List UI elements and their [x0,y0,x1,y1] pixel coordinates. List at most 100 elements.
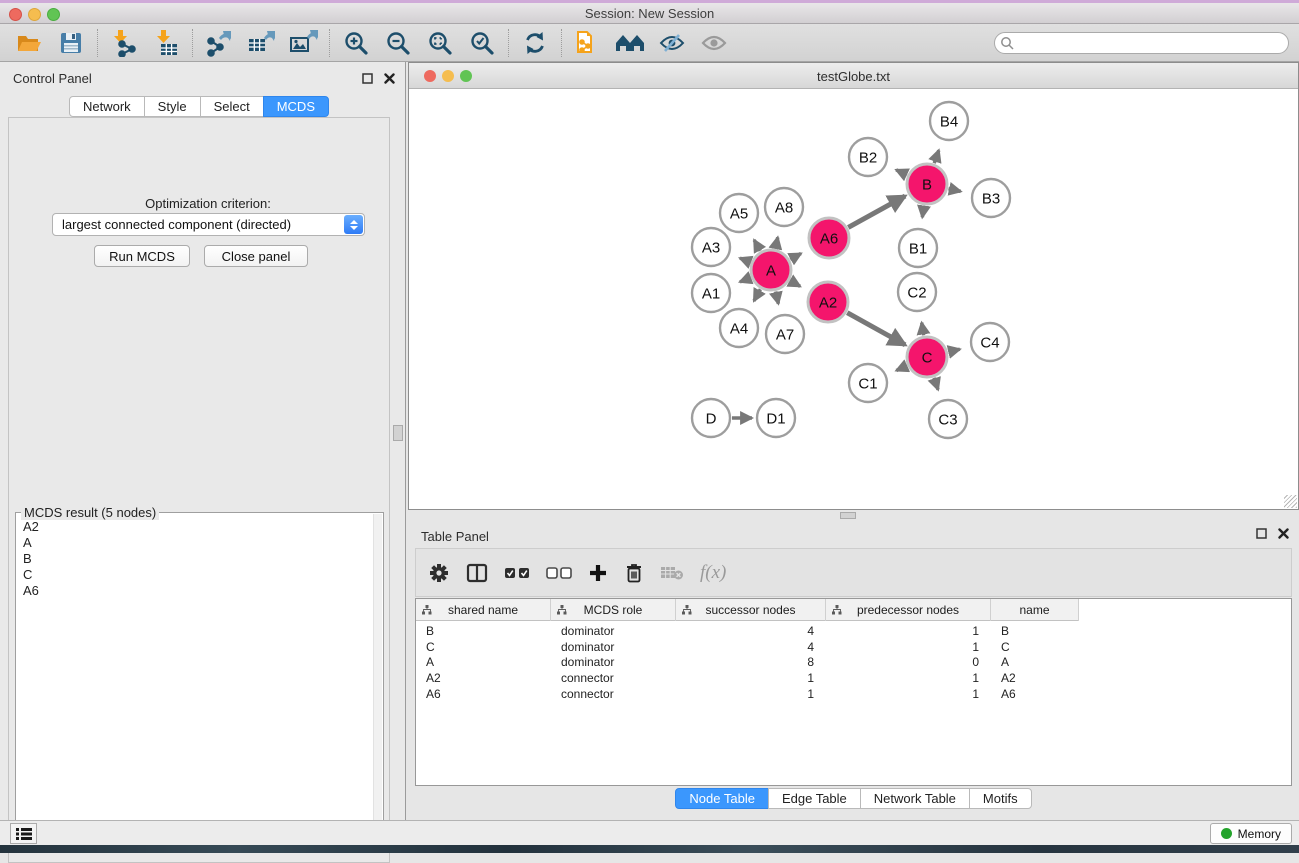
graph-edge-C-C1[interactable] [896,366,907,371]
graph-node-C1[interactable]: C1 [849,364,887,402]
export-table-button[interactable] [240,26,282,60]
export-image-button[interactable] [282,26,324,60]
result-item[interactable]: A2 [17,519,372,535]
zoom-out-button[interactable] [377,26,419,60]
graph-node-A7[interactable]: A7 [766,315,804,353]
result-item[interactable]: A6 [17,583,372,599]
add-row-button[interactable] [588,558,608,588]
new-network-from-file-button[interactable] [567,26,609,60]
show-columns-button[interactable] [466,558,488,588]
run-mcds-button[interactable]: Run MCDS [94,245,190,267]
tab-mcds[interactable]: MCDS [263,96,329,117]
graph-node-A2[interactable]: A2 [808,282,848,322]
column-header-name[interactable]: name [991,599,1079,621]
table-tab-edge-table[interactable]: Edge Table [768,788,861,809]
graph-node-B2[interactable]: B2 [849,138,887,176]
save-floppy-icon [59,31,83,55]
table-settings-button[interactable] [428,558,450,588]
result-item[interactable]: A [17,535,372,551]
graph-edge-B-B3[interactable] [948,189,960,192]
graph-edge-A-A1[interactable] [740,278,751,282]
graph-node-D1[interactable]: D1 [757,399,795,437]
result-item[interactable]: B [17,551,372,567]
table-tab-network-table[interactable]: Network Table [860,788,970,809]
window-resize-grip[interactable] [1284,495,1297,508]
task-history-button[interactable] [10,823,37,844]
search-input[interactable] [994,32,1289,54]
graph-edge-A-A7[interactable] [776,291,779,303]
graph-edge-A2-C[interactable] [847,313,905,345]
panel-divider-grip[interactable] [393,425,403,441]
zoom-fit-button[interactable] [419,26,461,60]
graph-edge-B-B2[interactable] [896,170,907,175]
column-header-MCDS-role[interactable]: MCDS role [551,599,676,621]
tab-style[interactable]: Style [144,96,201,117]
hide-panels-button[interactable] [651,26,693,60]
graph-node-C[interactable]: C [907,337,947,377]
toolbar-separator [97,29,98,57]
column-header-successor-nodes[interactable]: successor nodes [676,599,826,621]
graph-node-D[interactable]: D [692,399,730,437]
graph-node-C3[interactable]: C3 [929,400,967,438]
network-window-titlebar[interactable]: testGlobe.txt [409,63,1298,89]
save-session-button[interactable] [50,26,92,60]
graph-edge-A-A8[interactable] [775,237,777,248]
export-network-button[interactable] [198,26,240,60]
table-float-button[interactable] [1253,525,1269,541]
select-all-button[interactable] [504,558,530,588]
graph-edge-A6-B[interactable] [848,196,905,227]
graph-node-A3[interactable]: A3 [692,228,730,266]
graph-node-B3[interactable]: B3 [972,179,1010,217]
deselect-all-button[interactable] [546,558,572,588]
refresh-layout-button[interactable] [514,26,556,60]
graph-node-C2[interactable]: C2 [898,273,936,311]
table-tab-motifs[interactable]: Motifs [969,788,1032,809]
tab-network[interactable]: Network [69,96,145,117]
cell-predecessor-nodes: 1 [826,686,991,702]
optimization-dropdown[interactable]: largest connected component (directed) [52,213,365,236]
close-panel-action-button[interactable]: Close panel [204,245,308,267]
graph-node-A[interactable]: A [751,250,791,290]
graph-edge-A-A4[interactable] [754,289,760,301]
graph-edge-C-C3[interactable] [934,378,938,390]
graph-edge-C-C2[interactable] [922,323,924,336]
graph-node-A6[interactable]: A6 [809,218,849,258]
float-panel-button[interactable] [359,70,375,86]
table-tab-node-table[interactable]: Node Table [675,788,769,809]
memory-button[interactable]: Memory [1210,823,1292,844]
graph-node-B[interactable]: B [907,164,947,204]
graph-node-A5[interactable]: A5 [720,194,758,232]
import-table-button[interactable] [145,26,187,60]
import-network-button[interactable] [103,26,145,60]
show-panels-button[interactable] [693,26,735,60]
graph-edge-A-A3[interactable] [740,258,751,262]
graph-node-A8[interactable]: A8 [765,188,803,226]
table-close-button[interactable] [1275,525,1291,541]
close-panel-button[interactable] [381,70,397,86]
column-header-predecessor-nodes[interactable]: predecessor nodes [826,599,991,621]
graph-node-B4[interactable]: B4 [930,102,968,140]
open-session-button[interactable] [8,26,50,60]
graph-node-C4[interactable]: C4 [971,323,1009,361]
graph-edge-A-A5[interactable] [754,240,760,251]
table-divider-grip[interactable] [840,512,856,519]
graph-edge-B-B1[interactable] [922,206,924,218]
graph-node-A1[interactable]: A1 [692,274,730,312]
result-item[interactable]: C [17,567,372,583]
network-canvas[interactable]: B4 B2 B B3 A5A8A6 B1 A3 A A1 C2 A2 A4A7 C4 C C1 C3 D D1 [409,89,1298,509]
zoom-in-button[interactable] [335,26,377,60]
graph-edge-C-C4[interactable] [948,349,959,352]
graph-node-A4[interactable]: A4 [720,309,758,347]
function-builder-button[interactable]: f(x) [700,558,726,588]
column-header-shared-name[interactable]: shared name [416,599,551,621]
delete-table-button[interactable] [660,558,684,588]
delete-row-button[interactable] [624,558,644,588]
result-scrollbar[interactable] [373,514,382,851]
graph-edge-B-B4[interactable] [934,150,939,163]
zoom-selected-button[interactable] [461,26,503,60]
tab-select[interactable]: Select [200,96,264,117]
graph-node-B1[interactable]: B1 [899,229,937,267]
home-button[interactable] [609,26,651,60]
graph-edge-A-A2[interactable] [790,281,800,287]
graph-edge-A-A6[interactable] [790,253,801,259]
